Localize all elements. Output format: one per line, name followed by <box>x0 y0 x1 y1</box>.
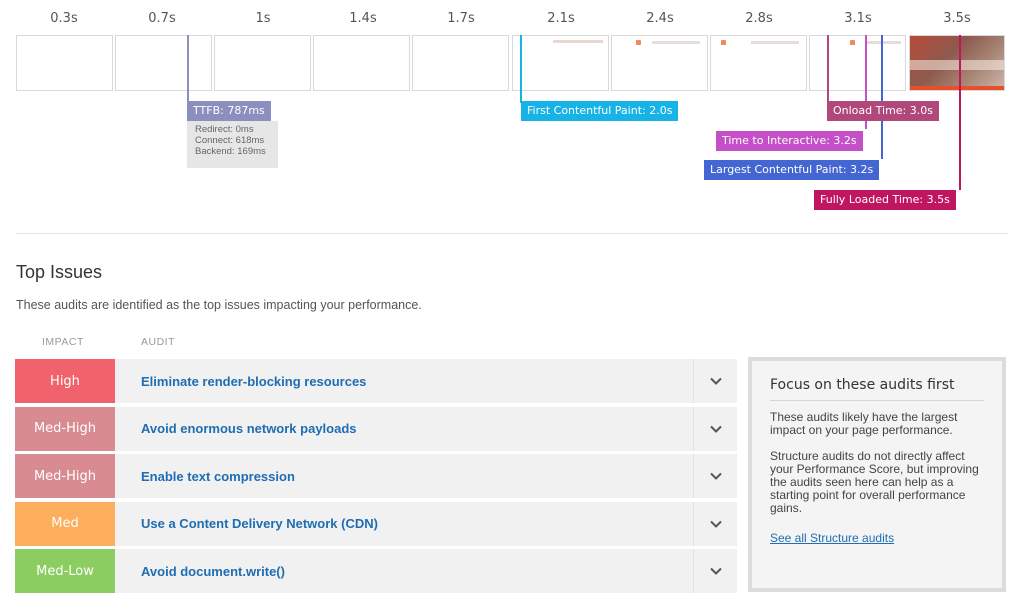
lcp-marker: Largest Contentful Paint: 3.2s <box>704 160 880 180</box>
ttfb-backend: Backend: 169ms <box>195 146 266 157</box>
audit-title[interactable]: Avoid enormous network payloads <box>115 407 693 451</box>
tick-label: 1.4s <box>349 11 377 26</box>
fully-loaded-line <box>959 35 961 190</box>
impact-badge: Med <box>15 501 115 546</box>
ttfb-connect: Connect: 618ms <box>195 135 265 146</box>
onload-marker: Onload Time: 3.0s <box>827 101 939 121</box>
filmstrip-frame[interactable] <box>611 35 708 91</box>
focus-panel: Focus on these audits first These audits… <box>748 357 1006 592</box>
section-description: These audits are identified as the top i… <box>16 298 422 312</box>
impact-column-header: IMPACT <box>42 336 84 348</box>
lcp-line <box>881 35 883 159</box>
tick-label: 3.5s <box>943 11 971 26</box>
tick-label: 1.7s <box>447 11 475 26</box>
chevron-down-icon <box>709 377 722 385</box>
tick-label: 0.3s <box>50 11 78 26</box>
impact-badge: Med-High <box>15 454 115 498</box>
see-all-structure-audits-link[interactable]: See all Structure audits <box>770 531 984 545</box>
chevron-down-icon <box>709 520 722 528</box>
fcp-marker: First Contentful Paint: 2.0s <box>521 101 679 121</box>
focus-panel-title: Focus on these audits first <box>770 377 984 401</box>
filmstrip-frame[interactable] <box>809 35 906 91</box>
filmstrip-frame[interactable] <box>710 35 807 91</box>
section-title: Top Issues <box>16 262 103 282</box>
filmstrip-frame[interactable] <box>16 35 113 91</box>
issue-row[interactable]: Med-High Avoid enormous network payloads <box>15 406 737 451</box>
focus-panel-text: Structure audits do not directly affect … <box>770 449 979 515</box>
expand-button[interactable] <box>693 406 737 451</box>
impact-badge: High <box>15 359 115 403</box>
audit-column-header: AUDIT <box>141 336 175 348</box>
expand-button[interactable] <box>693 359 737 403</box>
filmstrip-frame[interactable] <box>115 35 212 91</box>
fully-loaded-marker: Fully Loaded Time: 3.5s <box>814 190 956 210</box>
onload-line <box>827 35 829 103</box>
chevron-down-icon <box>709 567 722 575</box>
impact-badge: Med-Low <box>15 549 115 593</box>
tick-label: 2.1s <box>547 11 575 26</box>
ttfb-details: Redirect: 0ms Connect: 618ms Backend: 16… <box>187 121 278 168</box>
impact-badge: Med-High <box>15 406 115 451</box>
filmstrip-frame[interactable] <box>512 35 609 91</box>
issue-row[interactable]: High Eliminate render-blocking resources <box>15 359 737 403</box>
issues-table: High Eliminate render-blocking resources… <box>15 359 737 597</box>
ttfb-marker: TTFB: 787ms <box>187 101 271 121</box>
audit-title[interactable]: Use a Content Delivery Network (CDN) <box>115 502 693 546</box>
section-divider <box>16 233 1008 234</box>
expand-button[interactable] <box>693 454 737 498</box>
tick-label: 0.7s <box>148 11 176 26</box>
filmstrip-timeline: 0.3s 0.7s 1s 1.4s 1.7s 2.1s 2.4s 2.8s 3.… <box>0 0 1024 225</box>
filmstrip-frame[interactable] <box>313 35 410 91</box>
issue-row[interactable]: Med Use a Content Delivery Network (CDN) <box>15 501 737 546</box>
ttfb-redirect: Redirect: 0ms <box>195 124 254 135</box>
focus-panel-text: These audits likely have the largest imp… <box>770 410 958 437</box>
tick-label: 2.8s <box>745 11 773 26</box>
fcp-line <box>520 35 522 103</box>
issue-row[interactable]: Med-High Enable text compression <box>15 454 737 498</box>
audit-title[interactable]: Enable text compression <box>115 454 693 498</box>
audit-title[interactable]: Avoid document.write() <box>115 549 693 593</box>
audit-title[interactable]: Eliminate render-blocking resources <box>115 359 693 403</box>
chevron-down-icon <box>709 472 722 480</box>
expand-button[interactable] <box>693 501 737 546</box>
chevron-down-icon <box>709 425 722 433</box>
tti-marker: Time to Interactive: 3.2s <box>716 131 863 151</box>
issue-row[interactable]: Med-Low Avoid document.write() <box>15 549 737 593</box>
expand-button[interactable] <box>693 549 737 593</box>
filmstrip-frame[interactable] <box>214 35 311 91</box>
tick-label: 3.1s <box>844 11 872 26</box>
tick-label: 1s <box>255 11 271 26</box>
ttfb-line <box>187 35 189 103</box>
filmstrip-frame[interactable] <box>412 35 509 91</box>
filmstrip-frame-final[interactable] <box>909 35 1005 91</box>
tick-label: 2.4s <box>646 11 674 26</box>
